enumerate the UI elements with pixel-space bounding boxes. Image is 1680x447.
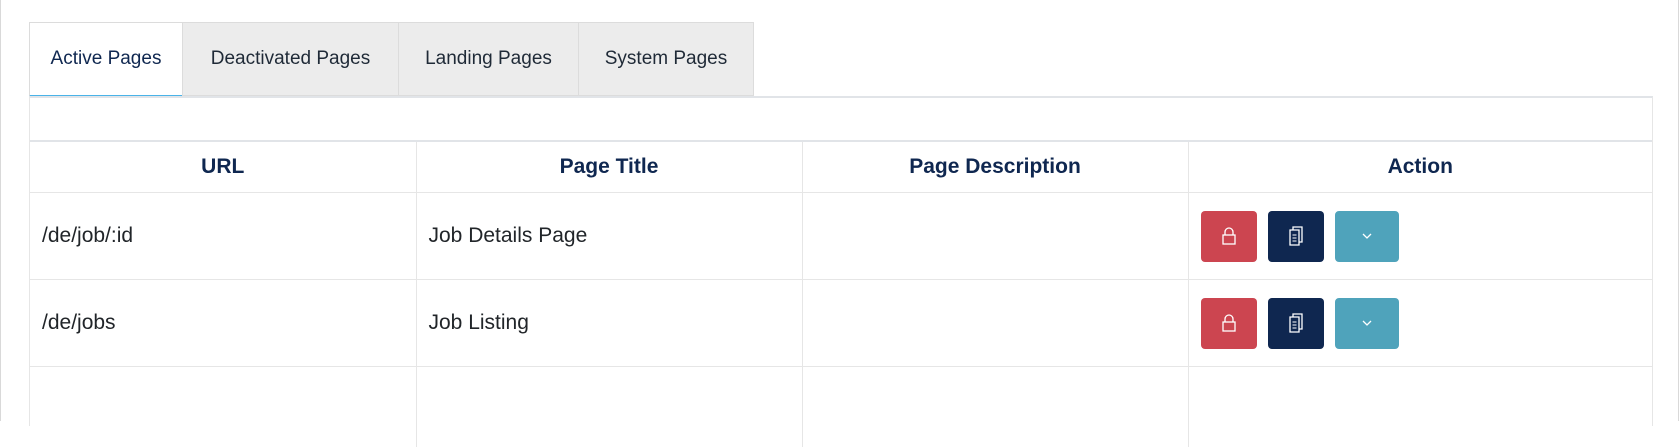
cell-empty xyxy=(802,367,1188,447)
cell-url: /de/jobs xyxy=(30,280,416,367)
cell-page-title: Job Listing xyxy=(416,280,802,367)
column-header-page-description[interactable]: Page Description xyxy=(802,142,1188,193)
lock-icon xyxy=(1220,226,1238,246)
cell-page-description xyxy=(802,280,1188,367)
copy-icon xyxy=(1286,225,1306,247)
deactivate-button[interactable] xyxy=(1201,298,1257,349)
tab-active-pages[interactable]: Active Pages xyxy=(29,22,182,98)
pages-table: URL Page Title Page Description Action /… xyxy=(30,142,1652,447)
column-header-url[interactable]: URL xyxy=(30,142,416,193)
page-tabs: Active Pages Deactivated Pages Landing P… xyxy=(29,22,754,98)
cell-empty xyxy=(30,367,416,447)
table-header-row: URL Page Title Page Description Action xyxy=(30,142,1652,193)
duplicate-button[interactable] xyxy=(1268,211,1324,262)
copy-icon xyxy=(1286,312,1306,334)
lock-icon xyxy=(1220,313,1238,333)
column-header-action: Action xyxy=(1188,142,1652,193)
table-row-empty xyxy=(30,367,1652,447)
tab-deactivated-pages[interactable]: Deactivated Pages xyxy=(182,22,398,96)
cell-url: /de/job/:id xyxy=(30,193,416,280)
duplicate-button[interactable] xyxy=(1268,298,1324,349)
deactivate-button[interactable] xyxy=(1201,211,1257,262)
cell-actions xyxy=(1188,193,1652,280)
chevron-down-icon xyxy=(1360,318,1374,328)
row-actions xyxy=(1201,298,1653,349)
table-row: /de/jobs Job Listing xyxy=(30,280,1652,367)
tab-landing-pages[interactable]: Landing Pages xyxy=(398,22,578,96)
more-options-button[interactable] xyxy=(1335,298,1399,349)
column-header-page-title[interactable]: Page Title xyxy=(416,142,802,193)
page-frame: Active Pages Deactivated Pages Landing P… xyxy=(0,0,1679,421)
table-row: /de/job/:id Job Details Page xyxy=(30,193,1652,280)
cell-empty xyxy=(1188,367,1652,447)
pages-panel: URL Page Title Page Description Action /… xyxy=(29,96,1653,426)
cell-actions xyxy=(1188,280,1652,367)
cell-page-description xyxy=(802,193,1188,280)
cell-empty xyxy=(416,367,802,447)
cell-page-title: Job Details Page xyxy=(416,193,802,280)
tab-system-pages[interactable]: System Pages xyxy=(578,22,754,96)
row-actions xyxy=(1201,211,1653,262)
table-toolbar xyxy=(30,98,1652,142)
chevron-down-icon xyxy=(1360,231,1374,241)
more-options-button[interactable] xyxy=(1335,211,1399,262)
